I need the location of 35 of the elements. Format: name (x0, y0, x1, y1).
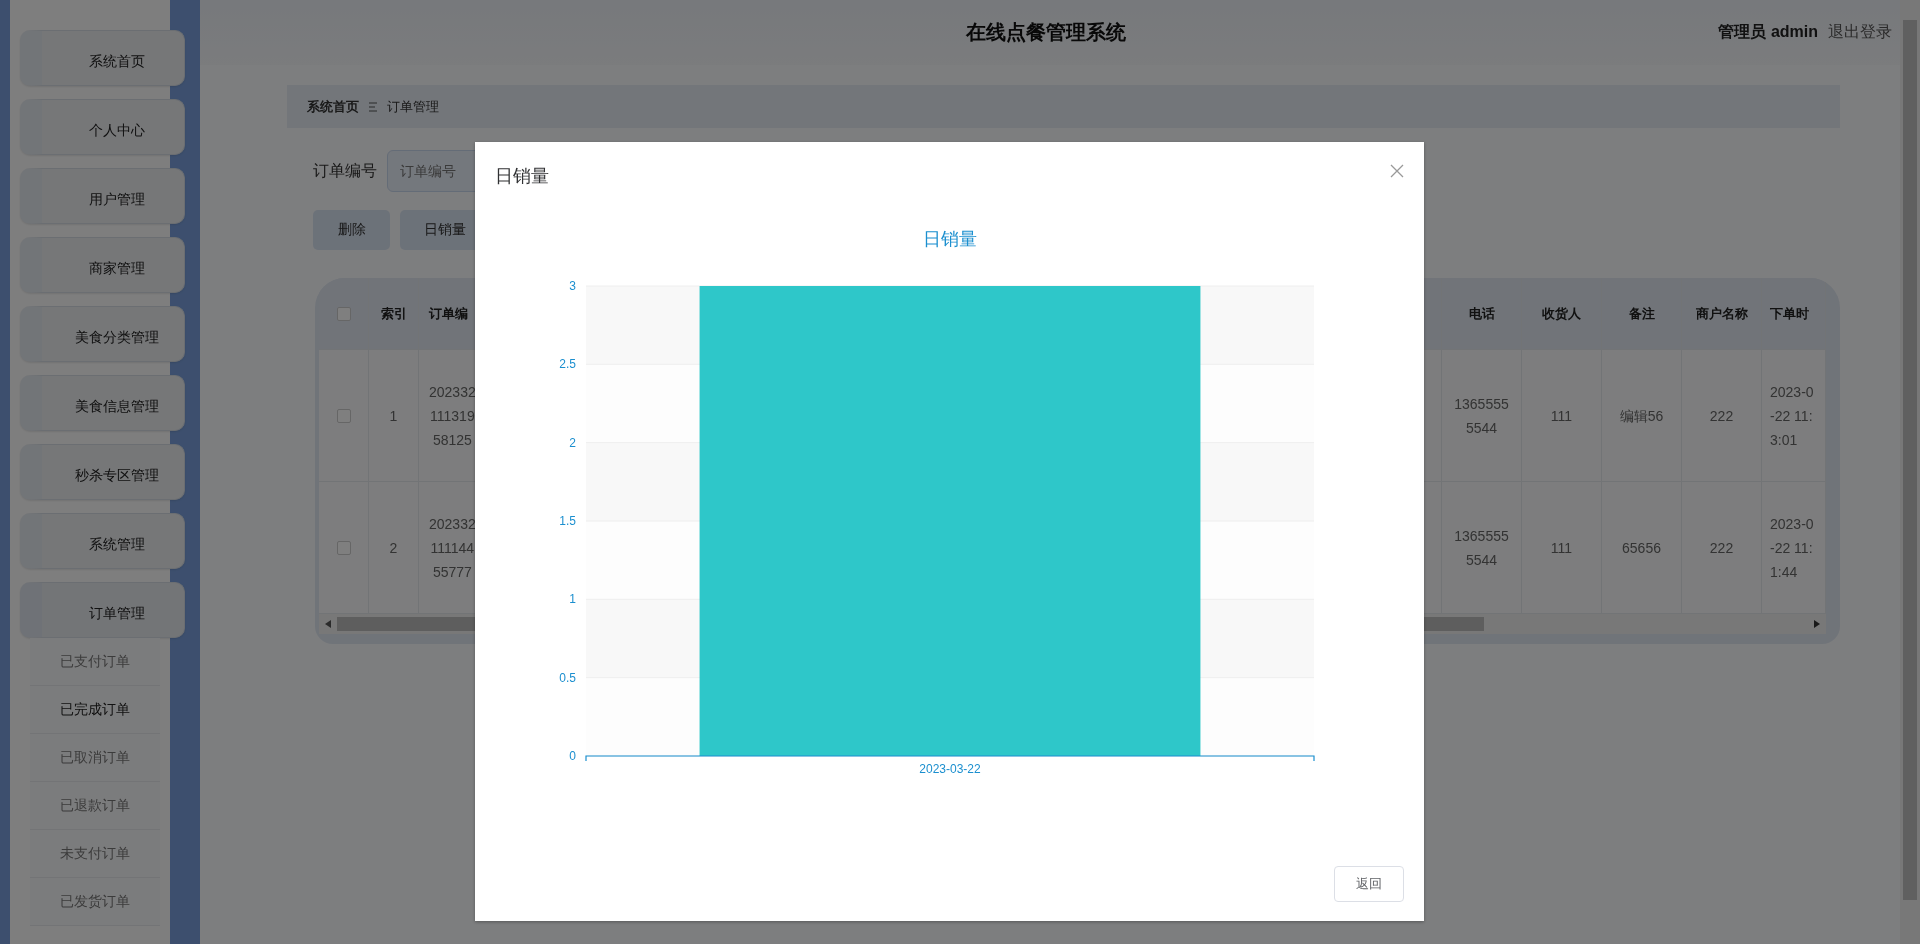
sidebar-item[interactable]: 订单管理 (20, 582, 185, 638)
close-button[interactable] (1390, 164, 1404, 178)
axis-tick-label: 1.5 (559, 514, 576, 528)
vertical-scrollbar[interactable] (1900, 0, 1920, 944)
app-title: 在线点餐管理系统 (966, 20, 1126, 45)
sidebar-item[interactable]: 个人中心 (20, 99, 185, 155)
sidebar-item[interactable]: 系统管理 (20, 513, 185, 569)
logout-link[interactable]: 退出登录 (1828, 22, 1892, 43)
checkbox[interactable] (336, 540, 351, 555)
axis-tick-label: 0 (569, 749, 576, 763)
axis-tick-label: 3 (569, 279, 576, 293)
back-button[interactable]: 返回 (1334, 866, 1404, 902)
separator-icon (369, 101, 377, 112)
user-label: 管理员 admin (1718, 22, 1818, 42)
search-label: 订单编号 (313, 160, 377, 181)
sidebar-item[interactable]: 系统首页 (20, 30, 185, 86)
checkbox[interactable] (336, 408, 351, 423)
axis-category-label: 2023-03-22 (919, 762, 981, 776)
sidebar-item[interactable]: 美食分类管理 (20, 306, 185, 362)
axis-tick-label: 2.5 (559, 357, 576, 372)
chart-title: 日销量 (922, 229, 977, 249)
axis-tick-label: 2 (569, 435, 576, 450)
axis-tick-label: 1 (569, 592, 576, 607)
sidebar-item[interactable]: 秒杀专区管理 (20, 444, 185, 500)
sidebar-item[interactable]: 用户管理 (20, 168, 185, 224)
sidebar-item[interactable]: 商家管理 (20, 237, 185, 293)
axis-tick-label: 0.5 (559, 670, 576, 685)
left-arrow-icon[interactable] (325, 620, 331, 628)
breadcrumb-link[interactable]: 订单管理 (387, 97, 439, 116)
sidebar-item[interactable]: 美食信息管理 (20, 375, 185, 431)
breadcrumb-link[interactable]: 系统首页 (307, 97, 359, 116)
toolbar-button[interactable]: 删除 (313, 210, 390, 250)
right-arrow-icon[interactable] (1814, 620, 1820, 628)
checkbox[interactable] (336, 306, 351, 321)
dialog-title: 日销量 (495, 165, 549, 188)
